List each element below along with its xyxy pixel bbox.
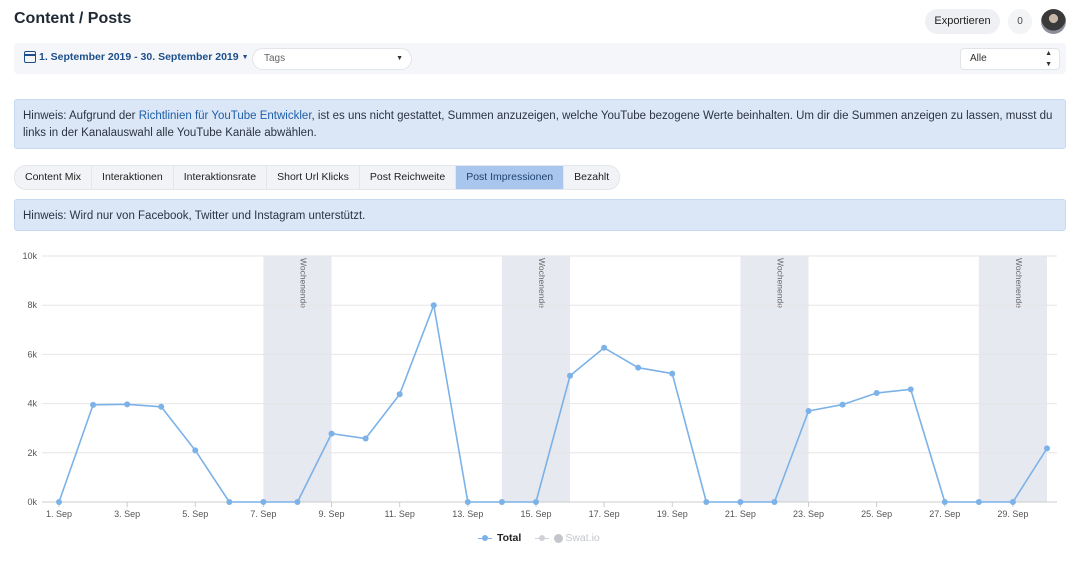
weekend-band-1 [501,256,571,502]
data-point-21 [737,499,744,505]
x-tick-label-5: 11. Sep [385,509,415,519]
tags-placeholder: Tags [264,53,286,64]
x-tick-label-12: 25. Sep [861,509,892,519]
data-point-10 [362,435,369,442]
data-point-13 [464,499,471,505]
sort-arrows-icon: ▲ ▼ [1045,50,1052,68]
x-tick-label-7: 15. Sep [520,509,551,519]
data-point-30 [1044,445,1050,452]
y-tick-label-4: 8k [27,300,37,310]
x-tick-label-9: 19. Sep [657,509,688,519]
platforms-notice: Hinweis: Wird nur von Facebook, Twitter … [14,199,1066,231]
swat-logo-icon [554,533,564,543]
data-point-2 [90,401,97,408]
legend-item-total[interactable]: Total [478,532,521,544]
y-tick-label-0: 0k [27,497,37,507]
tab-interaktionen[interactable]: Interaktionen [92,166,174,189]
export-button[interactable]: Exportieren [925,9,1000,34]
page-title: Content / Posts [14,10,132,27]
x-tick-label-13: 27. Sep [929,509,960,519]
caret-down-icon: ▼ [241,53,249,61]
data-point-5 [192,447,199,454]
data-point-4 [158,403,165,410]
x-tick-label-11: 23. Sep [793,509,824,519]
y-tick-label-3: 6k [27,349,37,359]
legend-label-swat: Swat.io [554,532,600,544]
network-select[interactable]: Alle ▲ ▼ [960,48,1060,70]
data-point-17 [601,344,608,351]
x-tick-label-6: 13. Sep [452,509,483,519]
data-point-3 [124,401,131,408]
data-point-16 [567,372,574,379]
data-point-15 [532,499,539,505]
x-tick-label-0: 1. Sep [46,509,72,519]
data-point-23 [805,407,812,414]
data-point-8 [294,499,301,505]
data-point-12 [430,302,437,309]
data-point-29 [1009,499,1016,505]
x-tick-label-14: 29. Sep [997,509,1028,519]
data-point-14 [498,499,505,505]
avatar[interactable] [1041,9,1066,34]
weekend-band-label-1: Wochenende [537,258,547,308]
data-point-28 [975,499,982,505]
data-point-25 [873,390,880,397]
x-tick-label-3: 7. Sep [250,509,276,519]
x-tick-label-1: 3. Sep [114,509,140,519]
date-range-label: 1. September 2019 - 30. September 2019 [39,51,239,63]
data-point-20 [703,499,710,505]
weekend-band-label-0: Wochenende [298,258,308,308]
network-select-value: Alle [970,53,987,64]
x-tick-label-8: 17. Sep [589,509,620,519]
chart-legend: Total Swat.io [478,532,600,544]
data-point-19 [669,370,676,377]
tab-post-reichweite[interactable]: Post Reichweite [360,166,457,189]
tab-content-mix[interactable]: Content Mix [15,166,93,189]
data-point-7 [260,499,267,505]
tab-interaktionsrate[interactable]: Interaktionsrate [174,166,268,189]
legend-marker-total [478,534,492,542]
data-point-18 [635,364,642,371]
tab-post-impressionen[interactable]: Post Impressionen [456,166,565,189]
chevron-down-icon: ▼ [396,55,403,62]
impressions-chart: Wochenende Wochenende Wochenende Wochenende… [22,251,1057,519]
data-point-27 [941,499,948,505]
calendar-icon [24,51,36,63]
youtube-guidelines-link[interactable]: Richtlinien für YouTube Entwickler [139,110,312,122]
date-range-picker[interactable]: 1. September 2019 - 30. September 2019 ▼ [24,51,249,63]
x-tick-label-10: 21. Sep [725,509,756,519]
youtube-notice: Hinweis: Aufgrund der Richtlinien für Yo… [14,99,1066,149]
weekend-band-0 [263,256,332,502]
data-point-1 [56,499,62,505]
x-tick-label-2: 5. Sep [182,509,208,519]
tab-short-url-klicks[interactable]: Short Url Klicks [267,166,360,189]
weekend-band-label-3: Wochenende [1014,258,1024,308]
legend-item-swat[interactable]: Swat.io [535,532,600,544]
data-point-26 [907,386,914,393]
legend-marker-swat [535,534,550,542]
tags-select[interactable]: Tags ▼ [252,48,412,70]
data-point-9 [328,430,335,437]
weekend-band-label-2: Wochenende [775,258,785,308]
legend-label-total: Total [497,532,522,544]
data-point-24 [839,401,846,408]
weekend-band-2 [740,256,809,502]
y-tick-label-2: 4k [27,399,37,409]
y-tick-label-1: 2k [27,448,37,458]
data-point-11 [396,391,403,398]
notification-count-badge[interactable]: 0 [1008,9,1032,34]
data-point-6 [226,499,233,505]
x-tick-label-4: 9. Sep [319,509,345,519]
filter-bar: 1. September 2019 - 30. September 2019 ▼… [14,43,1066,74]
data-point-22 [771,499,778,505]
y-tick-label-5: 10k [22,251,37,261]
tab-bezahlt[interactable]: Bezahlt [564,166,619,189]
youtube-notice-before: Hinweis: Aufgrund der [23,110,139,122]
metric-tabs: Content Mix Interaktionen Interaktionsra… [14,165,621,190]
